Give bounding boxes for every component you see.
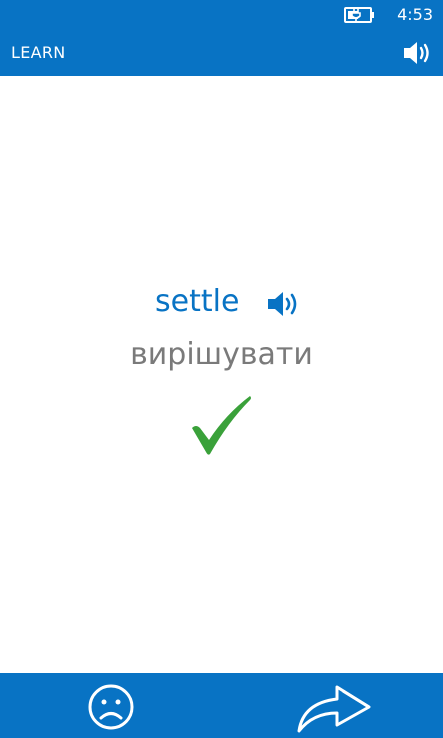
sad-face-icon (88, 684, 134, 730)
next-button[interactable] (295, 681, 373, 733)
forward-arrow-icon (297, 685, 371, 733)
learn-card: settle вирішувати (0, 76, 443, 673)
word-speaker-icon[interactable] (266, 288, 302, 320)
page-title: LEARN (11, 43, 66, 62)
bottom-app-bar (0, 673, 443, 738)
word-row: settle (0, 282, 443, 326)
battery-charging-icon (344, 6, 376, 24)
header-speaker-icon[interactable] (402, 39, 434, 67)
checkmark-icon (190, 394, 254, 456)
translation-text: вирішувати (130, 337, 313, 372)
status-bar: 4:53 (0, 0, 443, 30)
word-text: settle (155, 284, 240, 319)
app-bar: LEARN (0, 30, 443, 76)
sad-face-button[interactable] (87, 683, 135, 731)
status-clock: 4:53 (397, 5, 433, 24)
